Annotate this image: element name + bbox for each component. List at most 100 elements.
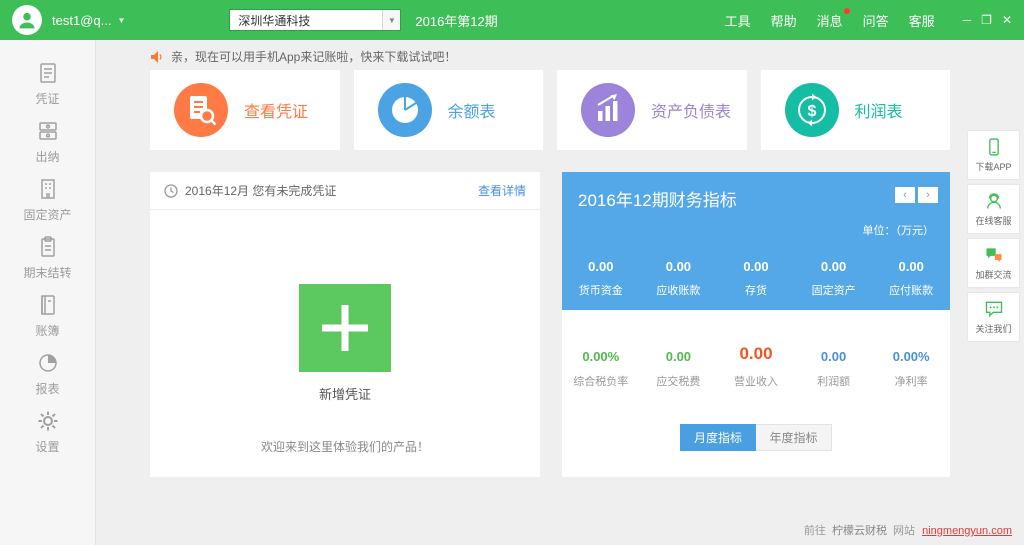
- headset-icon: [984, 191, 1004, 211]
- notification-dot: [844, 8, 850, 14]
- menu-messages-label: 消息: [817, 14, 843, 29]
- voucher-icon: [36, 61, 60, 85]
- user-avatar[interactable]: [12, 5, 42, 35]
- indicator-title: 2016年12期财务指标: [578, 186, 934, 211]
- ledger-icon: [36, 293, 60, 317]
- company-select[interactable]: 深圳华通科技 ▼: [229, 9, 401, 31]
- footer-suffix: 网站: [893, 525, 915, 537]
- card-label: 余额表: [448, 98, 496, 122]
- sidebar-item-period-end[interactable]: 期末结转: [0, 234, 95, 282]
- next-period-button[interactable]: ›: [918, 187, 938, 203]
- metric-value: 0.00: [562, 259, 640, 274]
- widget-follow-us[interactable]: 关注我们: [967, 292, 1020, 342]
- sidebar-item-settings[interactable]: 设置: [0, 408, 95, 456]
- sidebar-item-label: 设置: [35, 438, 59, 455]
- metric-profit: 0.00 利润额: [795, 349, 873, 389]
- widget-label: 关注我们: [975, 322, 1011, 335]
- card-label: 查看凭证: [244, 98, 308, 122]
- menu-service[interactable]: 客服: [909, 11, 935, 30]
- sidebar-item-books[interactable]: 账簿: [0, 292, 95, 340]
- widget-group-chat[interactable]: 加群交流: [967, 238, 1020, 288]
- user-caret-icon[interactable]: ▼: [117, 16, 125, 25]
- voucher-panel-title: 2016年12月 您有未完成凭证: [185, 182, 336, 199]
- card-balance-sheet[interactable]: 资产负债表: [557, 70, 747, 150]
- card-balance-table[interactable]: 余额表: [354, 70, 544, 150]
- menu-messages[interactable]: 消息: [817, 11, 843, 30]
- widget-label: 在线客服: [975, 214, 1011, 227]
- sidebar-item-fixed-assets[interactable]: 固定资产: [0, 176, 95, 224]
- building-icon: [36, 177, 60, 201]
- add-voucher-label[interactable]: 新增凭证: [150, 384, 540, 403]
- footer-brand: 柠檬云财税: [832, 525, 887, 537]
- card-profit-table[interactable]: $ 利润表: [761, 70, 951, 150]
- sidebar-item-label: 期末结转: [23, 264, 71, 281]
- footer-prefix: 前往: [804, 525, 826, 537]
- metric-label: 利润额: [795, 373, 873, 389]
- menu-qa[interactable]: 问答: [863, 11, 889, 30]
- left-sidebar: 凭证 出纳 固定资产 期末结转 账簿: [0, 40, 96, 545]
- minimize-icon[interactable]: ─: [963, 13, 972, 27]
- username[interactable]: test1@q...: [52, 13, 111, 28]
- voucher-search-icon: [174, 83, 228, 137]
- gear-icon: [36, 409, 60, 433]
- sidebar-item-label: 出纳: [35, 148, 59, 165]
- metric-label: 应收账款: [640, 282, 718, 298]
- indicator-tabs: 月度指标 年度指标: [680, 424, 832, 451]
- speaker-icon: [150, 50, 164, 64]
- close-icon[interactable]: ✕: [1002, 13, 1012, 27]
- widget-label: 加群交流: [975, 268, 1011, 281]
- add-voucher-button[interactable]: [299, 284, 391, 372]
- card-view-voucher[interactable]: 查看凭证: [150, 70, 340, 150]
- metric-value: 0.00: [640, 259, 718, 274]
- metric-fixed-assets: 0.00 固定资产: [795, 259, 873, 298]
- clipboard-icon: [36, 235, 60, 259]
- metric-payables: 0.00 应付账款: [872, 259, 950, 298]
- metric-label: 营业收入: [717, 373, 795, 389]
- chevron-down-icon[interactable]: ▼: [382, 10, 400, 30]
- tab-yearly[interactable]: 年度指标: [756, 424, 832, 451]
- quick-cards: 查看凭证 余额表 资产负债表 $ 利润表: [150, 70, 950, 150]
- metric-receivables: 0.00 应收账款: [640, 259, 718, 298]
- indicator-header: 2016年12期财务指标 ‹ › 单位：（万元） 0.00 货币资金 0.00 …: [562, 172, 950, 310]
- metric-value: 0.00%: [562, 349, 640, 364]
- svg-text:$: $: [807, 103, 816, 120]
- titlebar: test1@q... ▼ 深圳华通科技 ▼ 2016年第12期 工具 帮助 消息…: [0, 0, 1024, 40]
- notice-text: 亲，现在可以用手机App来记账啦，快来下载试试吧！: [171, 48, 456, 65]
- pie-chart-icon: [36, 351, 60, 375]
- metric-label: 货币资金: [562, 282, 640, 298]
- top-menu: 工具 帮助 消息 问答 客服: [725, 11, 935, 30]
- bar-chart-icon: [581, 83, 635, 137]
- cashier-icon: [36, 119, 60, 143]
- site-link[interactable]: ningmengyun.com: [922, 525, 1012, 537]
- sidebar-item-voucher[interactable]: 凭证: [0, 60, 95, 108]
- maximize-icon[interactable]: ❐: [981, 13, 992, 27]
- metric-tax-burden: 0.00% 综合税负率: [562, 349, 640, 389]
- indicator-body: 0.00% 综合税负率 0.00 应交税费 0.00 营业收入 0.00 利润额…: [562, 310, 950, 477]
- sidebar-item-reports[interactable]: 报表: [0, 350, 95, 398]
- pie-icon: [378, 83, 432, 137]
- financial-indicator-panel: 2016年12期财务指标 ‹ › 单位：（万元） 0.00 货币资金 0.00 …: [562, 172, 950, 477]
- prev-period-button[interactable]: ‹: [895, 187, 915, 203]
- tab-monthly[interactable]: 月度指标: [680, 424, 756, 451]
- metric-label: 固定资产: [795, 282, 873, 298]
- widget-online-service[interactable]: 在线客服: [967, 184, 1020, 234]
- window-controls: ─ ❐ ✕: [963, 13, 1012, 27]
- voucher-panel: 2016年12月 您有未完成凭证 查看详情 新增凭证 欢迎来到这里体验我们的产品…: [150, 172, 540, 477]
- metric-tax-payable: 0.00 应交税费: [640, 349, 718, 389]
- right-widget-bar: 下载APP 在线客服 加群交流 关注我们: [967, 130, 1020, 342]
- chat-bubbles-icon: [984, 245, 1004, 265]
- metric-label: 净利率: [872, 373, 950, 389]
- welcome-text: 欢迎来到这里体验我们的产品！: [150, 438, 540, 455]
- view-details-link[interactable]: 查看详情: [478, 182, 526, 199]
- metric-value: 0.00: [795, 259, 873, 274]
- metric-revenue: 0.00 营业收入: [717, 344, 795, 389]
- card-label: 资产负债表: [651, 98, 731, 122]
- menu-tools[interactable]: 工具: [725, 11, 751, 30]
- app-download-notice: 亲，现在可以用手机App来记账啦，快来下载试试吧！: [150, 48, 456, 65]
- menu-help[interactable]: 帮助: [771, 11, 797, 30]
- sidebar-item-cashier[interactable]: 出纳: [0, 118, 95, 166]
- widget-download-app[interactable]: 下载APP: [967, 130, 1020, 180]
- footer: 前往 柠檬云财税 网站 ningmengyun.com: [804, 522, 1012, 538]
- sidebar-item-label: 固定资产: [23, 206, 71, 223]
- unit-label: 单位：（万元）: [863, 222, 935, 238]
